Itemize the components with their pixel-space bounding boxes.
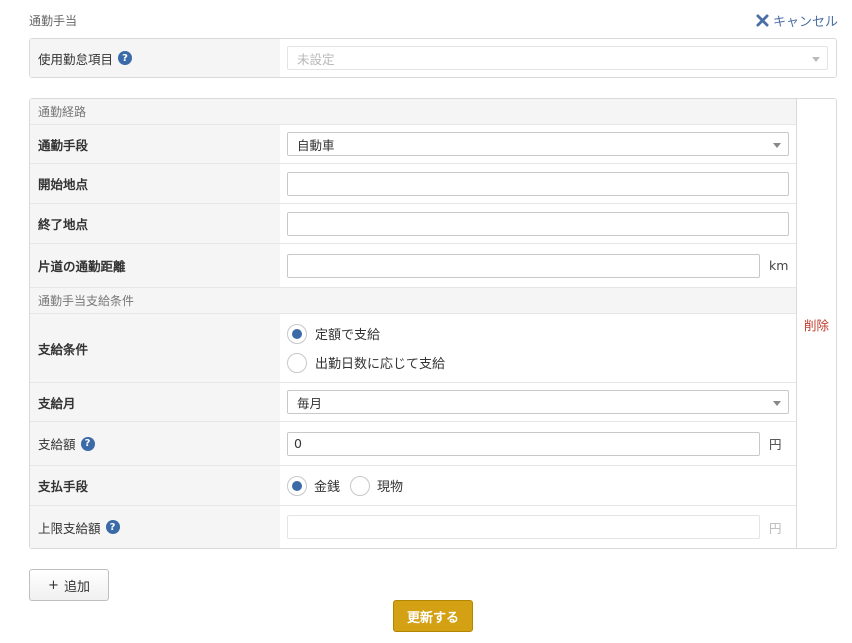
usage-item-label-cell: 使用勤怠項目 ?	[30, 39, 280, 77]
start-point-row: 開始地点	[30, 164, 796, 204]
usage-item-value: 未設定	[297, 51, 335, 67]
commute-route-content: 通勤経路 通勤手段 自動車 開始地点 終了地点 片道の通勤距離 km 通勤手当支…	[30, 99, 797, 548]
chevron-down-icon	[773, 401, 781, 406]
plus-icon: +	[48, 577, 59, 593]
add-label: 追加	[63, 579, 90, 595]
transport-label: 通勤手段	[30, 125, 280, 163]
chevron-down-icon	[773, 143, 781, 148]
payment-month-value-cell: 毎月	[280, 390, 796, 414]
start-point-label: 開始地点	[30, 164, 280, 203]
distance-unit: km	[769, 258, 789, 273]
chevron-down-icon	[812, 57, 820, 62]
payment-method-label: 支払手段	[30, 466, 280, 505]
help-icon[interactable]: ?	[118, 51, 133, 65]
payment-condition-value-cell: 定額で支給 出勤日数に応じて支給	[280, 323, 796, 373]
distance-label: 片道の通勤距離	[30, 244, 280, 287]
distance-input[interactable]	[287, 253, 760, 278]
payment-method-option-money[interactable]: 金銭	[287, 475, 341, 496]
amount-row: 支給額 ? 0 円	[30, 422, 796, 466]
payment-method-row: 支払手段 金銭 現物	[30, 466, 796, 506]
amount-label-cell: 支給額 ?	[30, 422, 280, 465]
payment-method-option-kind[interactable]: 現物	[350, 475, 404, 496]
usage-item-value-cell: 未設定	[280, 46, 836, 70]
cancel-label: キャンセル	[772, 15, 838, 30]
commute-allowance-form: 通勤手当 キャンセル 使用勤怠項目 ? 未設定 通勤経路 通勤手段 自動車 開始…	[0, 0, 852, 643]
limit-row: 上限支給額 ? 円	[30, 506, 796, 548]
help-icon[interactable]: ?	[80, 436, 95, 451]
radio-money[interactable]	[287, 475, 307, 496]
conditions-subheader: 通勤手当支給条件	[30, 288, 796, 314]
usage-item-label: 使用勤怠項目	[38, 51, 114, 67]
end-point-value-cell	[280, 211, 796, 236]
limit-value-cell: 円	[280, 515, 796, 539]
route-subheader: 通勤経路	[30, 99, 796, 125]
payment-condition-option-by-days[interactable]: 出勤日数に応じて支給	[287, 352, 446, 373]
payment-month-select[interactable]: 毎月	[287, 390, 789, 414]
start-point-value-cell	[280, 171, 796, 196]
section-title: 通勤手当	[29, 14, 78, 28]
delete-button[interactable]: 削除	[804, 315, 829, 334]
payment-condition-row: 支給条件 定額で支給 出勤日数に応じて支給	[30, 314, 796, 383]
cancel-button[interactable]: キャンセル	[756, 11, 838, 30]
payment-month-label: 支給月	[30, 383, 280, 421]
end-point-label: 終了地点	[30, 204, 280, 243]
transport-value-cell: 自動車	[280, 132, 796, 156]
limit-unit: 円	[769, 520, 782, 536]
usage-item-row: 使用勤怠項目 ? 未設定	[30, 39, 836, 77]
amount-label: 支給額	[38, 437, 76, 452]
distance-row: 片道の通勤距離 km	[30, 244, 796, 288]
payment-month-value: 毎月	[297, 395, 323, 411]
payment-condition-option-label: 出勤日数に応じて支給	[315, 357, 446, 372]
limit-label-cell: 上限支給額 ?	[30, 506, 280, 548]
end-point-input[interactable]	[287, 211, 789, 236]
commute-route-box: 通勤経路 通勤手段 自動車 開始地点 終了地点 片道の通勤距離 km 通勤手当支…	[29, 98, 837, 549]
close-icon	[756, 14, 769, 27]
start-point-input[interactable]	[287, 171, 789, 196]
end-point-row: 終了地点	[30, 204, 796, 244]
add-button[interactable]: + 追加	[29, 569, 109, 601]
payment-month-row: 支給月 毎月	[30, 383, 796, 422]
payment-condition-label: 支給条件	[30, 314, 280, 382]
payment-condition-option-label: 定額で支給	[315, 328, 381, 343]
usage-item-select: 未設定	[287, 46, 828, 70]
usage-item-box: 使用勤怠項目 ? 未設定	[29, 38, 837, 78]
payment-method-value-cell: 金銭 現物	[280, 475, 796, 496]
payment-method-option-label: 金銭	[314, 480, 341, 495]
help-icon[interactable]: ?	[105, 520, 120, 534]
distance-value-cell: km	[280, 253, 796, 278]
payment-method-option-label: 現物	[377, 480, 404, 495]
radio-fixed[interactable]	[287, 323, 307, 344]
radio-kind[interactable]	[350, 475, 371, 496]
transport-select[interactable]: 自動車	[287, 132, 789, 156]
radio-by-days[interactable]	[287, 352, 307, 373]
update-button[interactable]: 更新する	[393, 600, 473, 632]
payment-condition-radio-group: 定額で支給 出勤日数に応じて支給	[287, 323, 446, 373]
limit-input	[287, 515, 760, 539]
transport-row: 通勤手段 自動車	[30, 125, 796, 164]
amount-unit: 円	[769, 437, 782, 452]
payment-condition-option-fixed[interactable]: 定額で支給	[287, 323, 445, 344]
amount-value-cell: 0 円	[280, 431, 796, 456]
amount-input[interactable]: 0	[287, 431, 760, 456]
transport-value: 自動車	[297, 137, 335, 153]
limit-label: 上限支給額	[38, 520, 101, 536]
